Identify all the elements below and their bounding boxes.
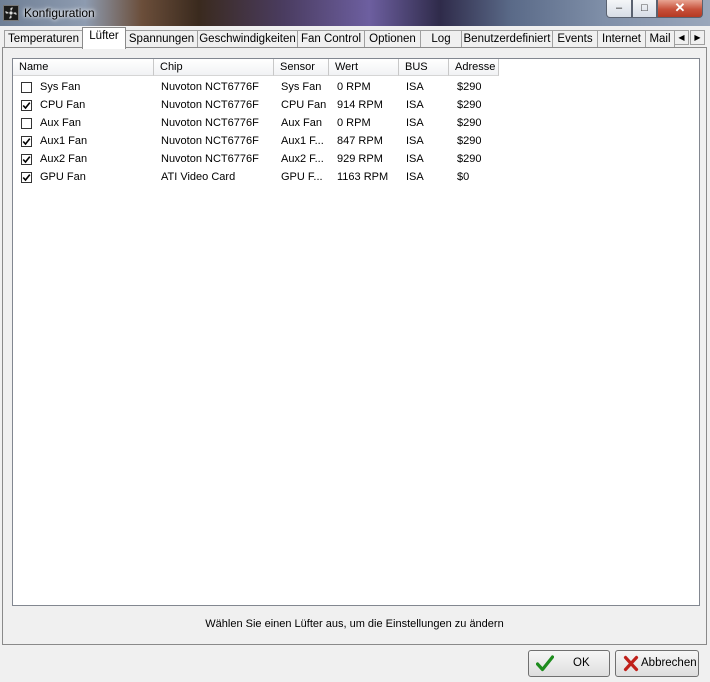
red-x-icon	[623, 655, 639, 682]
checkmark-icon	[535, 655, 555, 682]
column-header-chip[interactable]: Chip	[154, 59, 274, 76]
tab-mail[interactable]: Mail	[645, 30, 675, 48]
cell-bus: ISA	[406, 171, 424, 183]
cell-wert: 1163 RPM	[337, 171, 389, 183]
minimize-button[interactable]: –	[606, 0, 632, 18]
tab-scroll-right-button[interactable]: ▶	[690, 30, 705, 45]
tab-temperaturen[interactable]: Temperaturen	[4, 30, 83, 48]
table-row[interactable]: Aux2 Fan Nuvoton NCT6776F Aux2 F... 929 RPM…	[13, 150, 699, 168]
cell-adresse: $290	[457, 99, 482, 111]
hint-text: Wählen Sie einen Lüfter aus, um die Eins…	[205, 618, 504, 630]
cell-sensor: Aux1 F...	[281, 135, 324, 147]
cell-name: CPU Fan	[40, 99, 86, 111]
tab-benutzerdefiniert[interactable]: Benutzerdefiniert	[461, 30, 553, 48]
cell-chip: Nuvoton NCT6776F	[161, 81, 259, 93]
tab-scroll-buttons: ◀ ▶	[674, 30, 706, 46]
cell-name: Aux1 Fan	[40, 135, 88, 147]
table-row[interactable]: GPU Fan ATI Video Card GPU F... 1163 RPM ISA…	[13, 168, 699, 186]
cell-wert: 0 RPM	[337, 117, 371, 129]
fan-checkbox[interactable]	[21, 82, 32, 93]
cell-chip: Nuvoton NCT6776F	[161, 99, 259, 111]
cell-adresse: $290	[457, 117, 482, 129]
cell-wert: 0 RPM	[337, 81, 371, 93]
cell-chip: Nuvoton NCT6776F	[161, 117, 259, 129]
table-row[interactable]: Sys Fan Nuvoton NCT6776F Sys Fan 0 RPM ISA $2…	[13, 78, 699, 96]
fan-list[interactable]: Name Chip Sensor Wert BUS Adresse Sys Fa…	[12, 58, 700, 606]
maximize-button[interactable]: □	[632, 0, 657, 18]
tab-panel-luefter: Name Chip Sensor Wert BUS Adresse Sys Fa…	[2, 47, 707, 645]
cell-adresse: $290	[457, 135, 482, 147]
column-header-name[interactable]: Name	[13, 59, 154, 76]
cell-bus: ISA	[406, 81, 424, 93]
cell-sensor: Aux2 F...	[281, 153, 324, 165]
cancel-button[interactable]: Abbrechen	[615, 650, 699, 677]
fan-checkbox[interactable]	[21, 136, 32, 147]
cell-adresse: $290	[457, 153, 482, 165]
ok-label: OK	[573, 657, 590, 669]
cell-chip: Nuvoton NCT6776F	[161, 135, 259, 147]
fan-checkbox[interactable]	[21, 118, 32, 129]
fan-app-icon	[3, 5, 19, 21]
tab-internet[interactable]: Internet	[597, 30, 646, 48]
tab-strip: Temperaturen Lüfter Spannungen Geschwind…	[0, 26, 710, 49]
cell-wert: 929 RPM	[337, 153, 383, 165]
cell-sensor: CPU Fan	[281, 99, 327, 111]
cell-bus: ISA	[406, 117, 424, 129]
cell-chip: ATI Video Card	[161, 171, 236, 183]
cell-adresse: $290	[457, 81, 482, 93]
list-header: Name Chip Sensor Wert BUS Adresse	[13, 59, 499, 76]
tab-fan-control[interactable]: Fan Control	[297, 30, 365, 48]
tab-spannungen[interactable]: Spannungen	[125, 30, 198, 48]
tab-scroll-left-button[interactable]: ◀	[674, 30, 689, 45]
ok-button[interactable]: OK	[528, 650, 610, 677]
cell-bus: ISA	[406, 153, 424, 165]
column-header-sensor[interactable]: Sensor	[274, 59, 329, 76]
cell-name: Aux2 Fan	[40, 153, 88, 165]
cell-chip: Nuvoton NCT6776F	[161, 153, 259, 165]
table-row[interactable]: Aux Fan Nuvoton NCT6776F Aux Fan 0 RPM ISA $2…	[13, 114, 699, 132]
cell-bus: ISA	[406, 135, 424, 147]
cell-sensor: GPU F...	[281, 171, 323, 183]
dialog-button-row: OK Abbrechen	[0, 645, 710, 682]
cell-sensor: Sys Fan	[281, 81, 322, 93]
column-header-wert[interactable]: Wert	[329, 59, 399, 76]
fan-checkbox[interactable]	[21, 172, 32, 183]
cell-adresse: $0	[457, 171, 470, 183]
tab-events[interactable]: Events	[552, 30, 598, 48]
fan-checkbox[interactable]	[21, 154, 32, 165]
close-button[interactable]: ✕	[657, 0, 703, 18]
tab-optionen[interactable]: Optionen	[364, 30, 421, 48]
cell-wert: 914 RPM	[337, 99, 383, 111]
tab-luefter[interactable]: Lüfter	[82, 27, 126, 49]
table-row[interactable]: CPU Fan Nuvoton NCT6776F CPU Fan 914 RPM ISA…	[13, 96, 699, 114]
cell-name: GPU Fan	[40, 171, 86, 183]
cancel-label: Abbrechen	[641, 657, 697, 669]
tab-geschwindigkeiten[interactable]: Geschwindigkeiten	[197, 30, 298, 48]
cell-sensor: Aux Fan	[281, 117, 322, 129]
cell-wert: 847 RPM	[337, 135, 383, 147]
window-title: Konfiguration	[24, 6, 95, 20]
tab-log[interactable]: Log	[420, 30, 462, 48]
cell-name: Sys Fan	[40, 81, 81, 93]
table-row[interactable]: Aux1 Fan Nuvoton NCT6776F Aux1 F... 847 RPM…	[13, 132, 699, 150]
column-header-adresse[interactable]: Adresse	[449, 59, 499, 76]
title-bar: Konfiguration – □ ✕	[0, 0, 710, 26]
column-header-bus[interactable]: BUS	[399, 59, 449, 76]
cell-name: Aux Fan	[40, 117, 81, 129]
fan-checkbox[interactable]	[21, 100, 32, 111]
cell-bus: ISA	[406, 99, 424, 111]
